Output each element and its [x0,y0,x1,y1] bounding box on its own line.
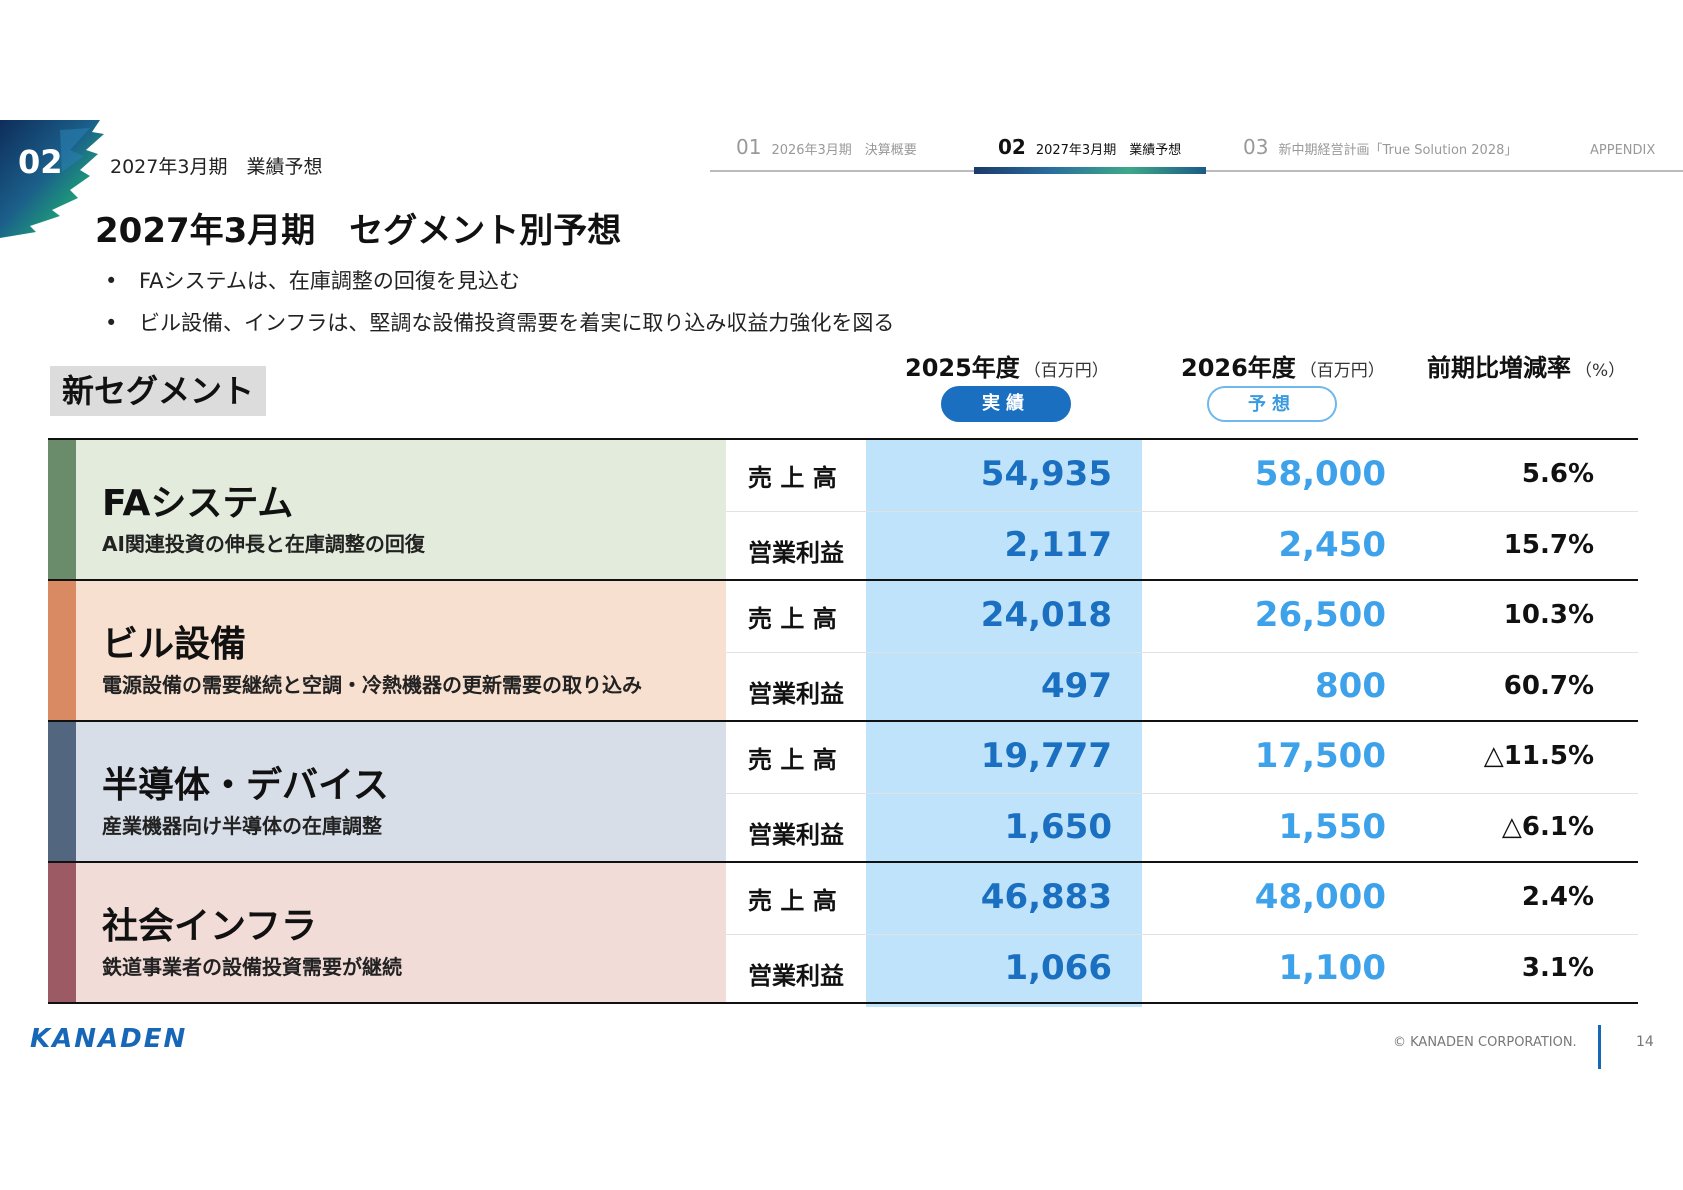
segment-badge: 新セグメント [50,366,266,416]
column-header-2026: 2026年度 （百万円） [1181,348,1385,383]
row-label-sales: 売 上 高 [748,605,837,633]
segment-name: ビル設備 [102,624,247,665]
segment-divider [48,438,1638,440]
value-2025-sales: 24,018 [980,595,1112,635]
page-title: 2027年3月期 セグメント別予想 [95,211,622,251]
segment-stripe [48,863,76,1004]
value-2026-profit: 1,550 [1278,806,1386,847]
nav-item-appendix[interactable]: APPENDIX [1590,139,1655,158]
value-2025-profit: 1,650 [1004,806,1112,847]
column-header-unit: （百万円） [1299,361,1385,381]
segment-divider [48,579,1638,581]
nav-item-label: 新中期経営計画「True Solution 2028」 [1278,143,1518,158]
nav-item-number: 01 [736,135,762,159]
segment-description: 産業機器向け半導体の在庫調整 [102,814,382,838]
value-rate-sales: 10.3% [1503,600,1594,630]
value-2025-sales: 46,883 [980,877,1112,917]
value-2026-sales: 17,500 [1254,736,1386,776]
value-2026-profit: 1,100 [1278,947,1386,988]
column-header-rate: 前期比増減率 （%） [1427,348,1625,383]
segment-stripe [48,722,76,863]
segment-block: FAシステム AI関連投資の伸長と在庫調整の回復 [48,440,726,581]
value-rate-sales: △11.5% [1483,741,1594,771]
segment-description: 電源設備の需要継続と空調・冷熱機器の更新需要の取り込み [102,673,642,697]
section-number: 02 [18,143,63,181]
bullet-dot: • [105,269,118,293]
segment-table: FAシステム AI関連投資の伸長と在庫調整の回復売 上 高 54,935 58,000… [48,438,1638,1009]
page-number: 14 [1636,1034,1654,1050]
nav-item-03[interactable]: 03 新中期経営計画「True Solution 2028」 [1243,135,1517,159]
value-rate-profit: 3.1% [1521,952,1594,983]
value-rate-profit: 15.7% [1503,529,1594,560]
bullet-point: • ビル設備、インフラは、堅調な設備投資需要を着実に取り込み収益力強化を図る [105,307,894,337]
row-label-sales: 売 上 高 [748,464,837,492]
nav-active-indicator [974,167,1206,174]
value-rate-profit: 60.7% [1503,670,1594,701]
value-2026-profit: 800 [1315,665,1386,706]
segment-divider [48,1002,1638,1004]
column-header-unit: （百万円） [1023,361,1109,381]
row-divider [726,792,1638,794]
nav-item-label: APPENDIX [1590,143,1656,158]
column-header-label: 2025年度 [905,354,1020,382]
column-header-2025: 2025年度 （百万円） [905,348,1109,383]
bullet-text: FAシステムは、在庫調整の回復を見込む [139,269,520,293]
row-divider [726,510,1638,512]
nav-item-01[interactable]: 01 2026年3月期 決算概要 [736,135,917,159]
bullet-point: • FAシステムは、在庫調整の回復を見込む [105,265,520,295]
segment-block: ビル設備電源設備の需要継続と空調・冷熱機器の更新需要の取り込み [48,581,726,722]
segment-name: FAシステム [102,483,294,524]
nav-item-number: 02 [998,135,1026,159]
row-label-sales: 売 上 高 [748,746,837,774]
value-2025-profit: 1,066 [1004,947,1112,988]
segment-name: 社会インフラ [102,906,317,947]
footer-divider [1598,1025,1601,1069]
segment-divider [48,861,1638,863]
value-2026-sales: 58,000 [1254,454,1386,494]
value-2025-profit: 497 [1041,665,1112,706]
segment-description: 鉄道事業者の設備投資需要が継続 [102,955,402,979]
segment-divider [48,720,1638,722]
column-header-label: 2026年度 [1181,354,1296,382]
row-label-profit: 営業利益 [748,679,844,708]
row-divider [726,651,1638,653]
value-rate-sales: 2.4% [1521,882,1594,912]
value-2026-sales: 48,000 [1254,877,1386,917]
nav-item-label: 2026年3月期 決算概要 [771,143,917,158]
row-label-profit: 営業利益 [748,538,844,567]
value-rate-profit: △6.1% [1501,811,1594,842]
column-header-unit: （%） [1575,361,1626,381]
value-2026-profit: 2,450 [1278,524,1386,565]
segment-stripe [48,440,76,581]
bullet-dot: • [105,311,118,335]
row-label-profit: 営業利益 [748,820,844,849]
section-label: 2027年3月期 業績予想 [110,156,323,178]
value-rate-sales: 5.6% [1521,459,1594,489]
copyright: © KANADEN CORPORATION. [1393,1035,1577,1050]
value-2025-sales: 19,777 [980,736,1112,776]
forecast-pill: 予想 [1207,386,1337,422]
segment-block: 半導体・デバイス産業機器向け半導体の在庫調整 [48,722,726,863]
segment-name: 半導体・デバイス [102,765,389,806]
row-label-sales: 売 上 高 [748,887,837,915]
row-divider [726,933,1638,935]
segment-block: 社会インフラ鉄道事業者の設備投資需要が継続 [48,863,726,1004]
column-header-label: 前期比増減率 [1427,354,1571,382]
row-label-profit: 営業利益 [748,961,844,990]
nav-item-02[interactable]: 02 2027年3月期 業績予想 [998,135,1181,159]
nav-item-number: 03 [1243,135,1269,159]
section-nav: 01 2026年3月期 決算概要 02 2027年3月期 業績予想 03 新中期経営計… [710,125,1683,174]
value-2025-sales: 54,935 [980,454,1112,494]
company-logo: KANADEN [30,1024,188,1054]
segment-description: AI関連投資の伸長と在庫調整の回復 [102,532,425,556]
bullet-text: ビル設備、インフラは、堅調な設備投資需要を着実に取り込み収益力強化を図る [139,311,895,335]
value-2025-profit: 2,117 [1004,524,1112,565]
nav-item-label: 2027年3月期 業績予想 [1035,143,1182,158]
segment-stripe [48,581,76,722]
value-2026-sales: 26,500 [1254,595,1386,635]
actual-pill: 実績 [941,386,1071,422]
